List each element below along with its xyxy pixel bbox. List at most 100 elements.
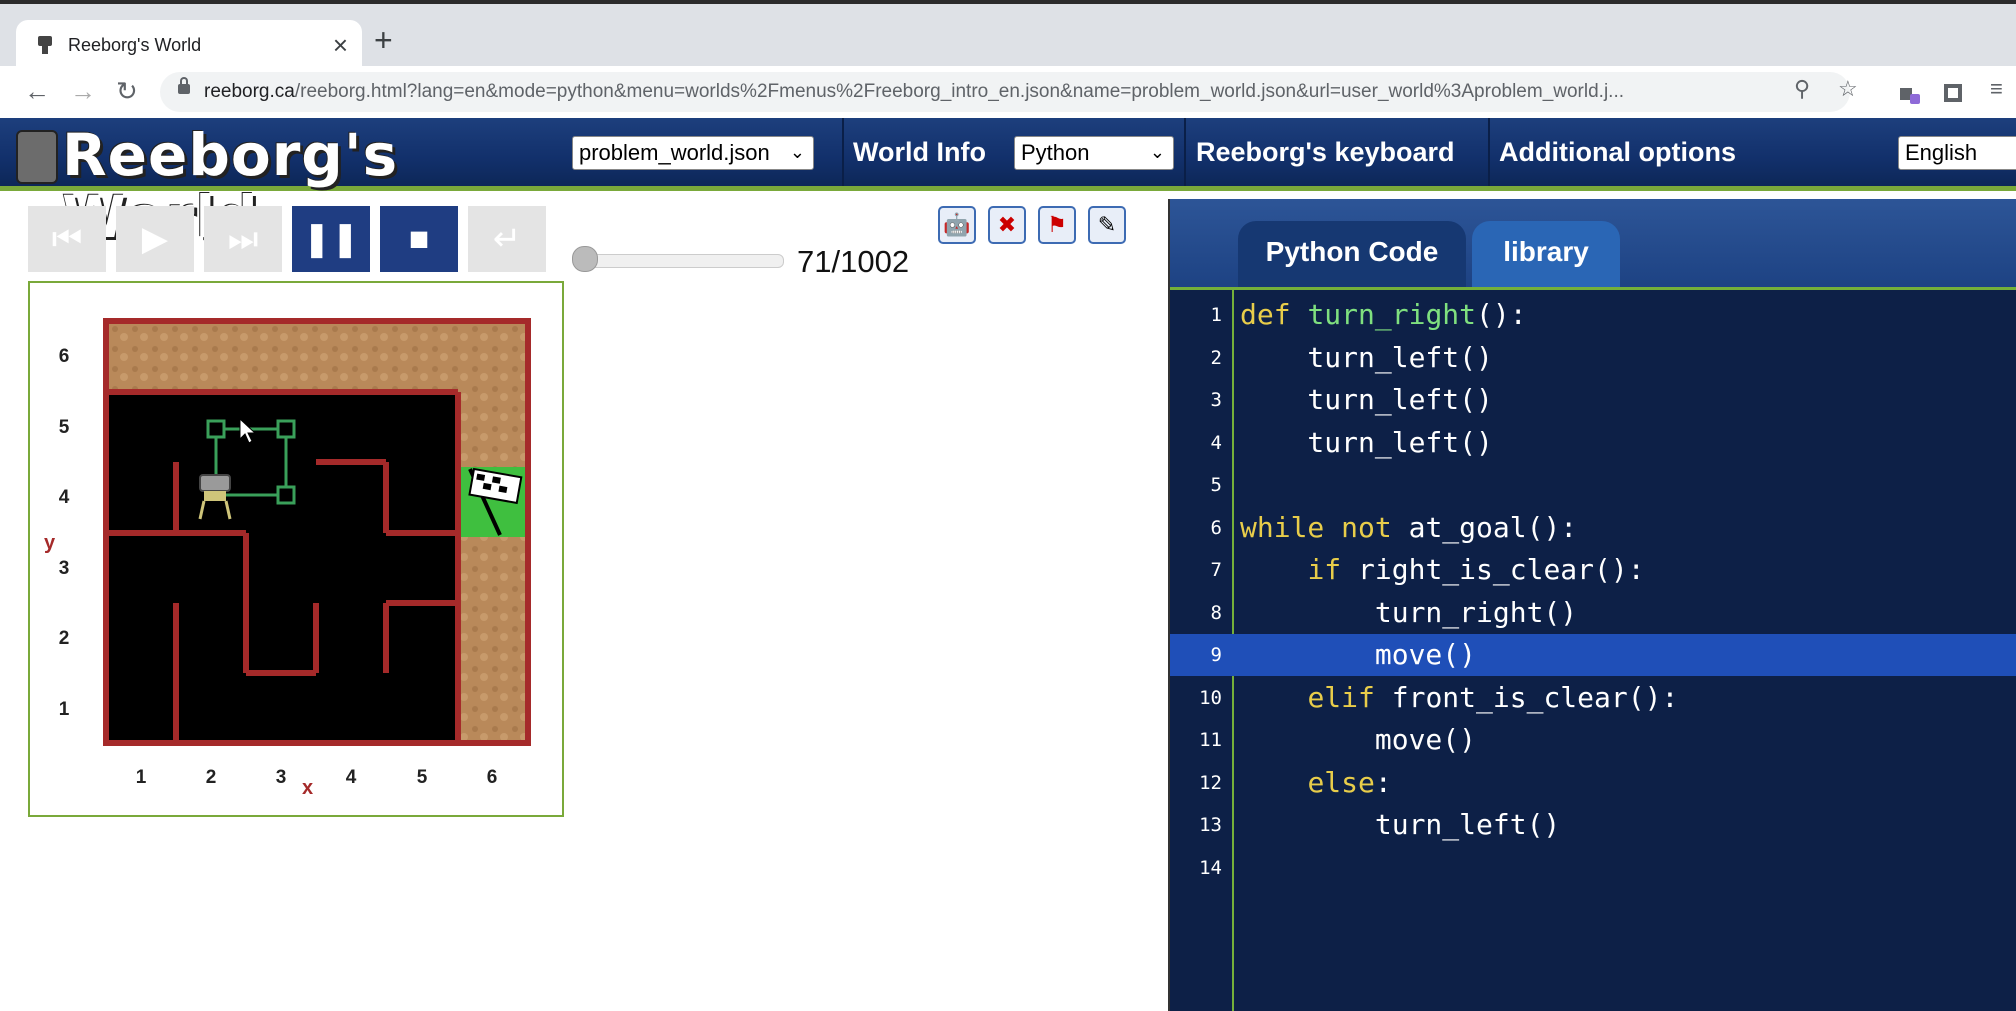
code-line[interactable]: 14 [1170,847,2016,889]
world-svg: 6 5 4 3 2 1 1 2 3 4 5 6 y x [44,318,531,799]
address-bar[interactable]: reeborg.ca/reeborg.html?lang=en&mode=pyt… [160,72,1850,112]
x-tick: 2 [206,767,217,788]
code-text: turn_left() [1240,808,1561,841]
code-line[interactable]: 11 move() [1170,719,2016,761]
code-line[interactable]: 2 turn_left() [1170,337,2016,379]
logo: Reeborg's World [10,124,470,248]
tab-python-code[interactable]: Python Code [1238,221,1466,289]
speed-slider[interactable] [576,254,784,268]
world-info-button[interactable]: World Info [853,134,986,170]
stop-button[interactable]: ■ [380,206,458,272]
code-line[interactable]: 5 [1170,464,2016,506]
x-tick: 6 [487,767,498,788]
x-tick: 5 [417,767,428,788]
x-tick: 3 [276,767,287,788]
x-tick: 1 [136,767,147,788]
tab-library[interactable]: library [1472,221,1620,289]
extension-icon[interactable] [1896,80,1922,106]
world-canvas[interactable]: 6 5 4 3 2 1 1 2 3 4 5 6 y x [28,281,564,817]
line-number: 5 [1210,474,1222,496]
y-tick: 6 [59,346,70,367]
reverse-step-button[interactable]: ⏮ [28,206,106,272]
robot-remove-icon[interactable]: ✖ [988,206,1026,244]
divider [1184,118,1186,186]
world-select-value: problem_world.json [579,140,770,165]
y-tick: 4 [59,487,70,508]
y-tick: 2 [59,628,70,649]
reeborg-keyboard-button[interactable]: Reeborg's keyboard [1196,134,1455,170]
y-tick: 3 [59,558,70,579]
code-text: if right_is_clear(): [1307,553,1645,586]
code-line[interactable]: 1 def turn_right(): [1170,294,2016,336]
y-tick: 5 [59,417,70,438]
code-text: else: [1307,765,1392,799]
line-number: 7 [1210,559,1222,581]
mode-select[interactable]: Python ⌄ [1014,136,1174,170]
close-tab-icon[interactable]: × [333,30,348,61]
url-text: reeborg.ca/reeborg.html?lang=en&mode=pyt… [204,81,1624,102]
step-button[interactable]: ⏭ [204,206,282,272]
code-line[interactable]: 12 else: [1170,762,2016,804]
y-axis-label: y [44,532,56,554]
line-number: 9 [1210,644,1222,666]
world-trace-icon[interactable]: ⚑ [1038,206,1076,244]
reload-world-button[interactable]: ↵ [468,206,546,272]
zoom-icon[interactable]: ⚲ [1794,76,1810,102]
reload-icon[interactable]: ↻ [116,74,138,108]
code-line[interactable]: 8 turn_right() [1170,592,2016,634]
new-tab-button[interactable]: + [374,24,393,56]
line-number: 12 [1199,771,1222,794]
additional-options-button[interactable]: Additional options [1499,134,1736,170]
lock-icon [178,77,190,94]
reeborg-favicon-icon [38,36,52,54]
language-select[interactable]: English [1898,136,2016,170]
line-number: 8 [1210,601,1222,624]
browser-toolbar: ← → ↻ reeborg.ca/reeborg.html?lang=en&mo… [0,66,2016,119]
world-select[interactable]: problem_world.json ⌄ [572,136,814,170]
line-number: 6 [1210,516,1222,539]
line-number: 10 [1199,686,1222,709]
code-text: turn_right() [1240,595,1578,629]
line-number: 14 [1199,856,1222,879]
divider [842,118,844,186]
code-line[interactable]: 3 turn_left() [1170,379,2016,421]
code-line[interactable]: 6 while not at_goal(): [1170,507,2016,549]
back-arrow-icon[interactable]: ← [24,74,50,108]
line-number: 4 [1210,431,1222,454]
bookmark-star-icon[interactable]: ☆ [1838,76,1858,102]
y-tick: 1 [59,699,70,720]
forward-arrow-icon[interactable]: → [70,74,96,108]
pause-button[interactable]: ❚❚ [292,206,370,272]
run-button[interactable]: ▶ [116,206,194,272]
puzzle-extension-icon[interactable] [1942,82,1964,104]
x-tick: 4 [346,767,357,788]
code-line[interactable]: 4 turn_left() [1170,422,2016,464]
editor-pane: Python Code library 1 def turn_right(): 2 … [1168,199,2016,1011]
line-number: 13 [1199,814,1222,836]
code-editor[interactable]: 1 def turn_right(): 2 turn_left() 3 turn_le… [1170,287,2016,1011]
code-line[interactable]: 10 elif front_is_clear(): [1170,677,2016,719]
code-line[interactable]: 7 if right_is_clear(): [1170,549,2016,591]
code-text: turn_left() [1240,425,1493,459]
divider [1488,118,1490,186]
line-number: 2 [1210,346,1222,369]
code-text: move() [1240,723,1477,756]
step-counter: 71/1002 [797,244,910,279]
code-text: elif front_is_clear(): [1307,680,1679,714]
chevron-down-icon: ⌄ [1149,142,1165,162]
line-number: 11 [1199,729,1222,751]
speed-slider-handle[interactable] [572,246,598,272]
x-axis-label: x [302,777,313,799]
world-edit-icon[interactable]: ✎ [1088,206,1126,244]
mode-select-value: Python [1021,140,1090,165]
app-header: Reeborg's World problem_world.json ⌄ Wor… [0,118,2016,248]
menu-icon[interactable]: ≡ [1990,76,2003,102]
language-select-value: English [1905,140,1978,165]
code-line[interactable]: 9 move() [1170,634,2016,676]
code-line[interactable]: 13 turn_left() [1170,804,2016,846]
robot-icon[interactable]: 🤖 [938,206,976,244]
code-text: def turn_right(): [1240,298,1527,331]
browser-tab[interactable]: Reeborg's World × [16,20,362,70]
reeborg-robot-icon [16,130,58,184]
editor-tabs: Python Code library [1170,199,2016,289]
